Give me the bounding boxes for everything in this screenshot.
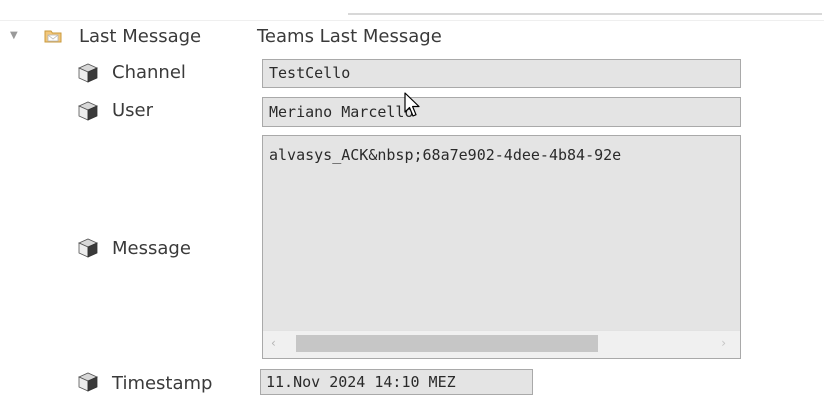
- user-label: User: [112, 100, 154, 121]
- user-field[interactable]: Meriano Marcello: [262, 97, 741, 127]
- node-value: Teams Last Message: [257, 26, 442, 47]
- mouse-pointer-icon: [404, 92, 420, 117]
- cube-icon: [78, 372, 98, 392]
- timestamp-value: 11.Nov 2024 14:10 MEZ: [266, 373, 456, 391]
- user-value: Meriano Marcello: [269, 103, 414, 121]
- timestamp-label: Timestamp: [112, 373, 213, 394]
- top-divider: [348, 13, 822, 15]
- envelope-folder-icon: [44, 30, 62, 43]
- node-label[interactable]: Last Message: [79, 26, 201, 48]
- scroll-left-icon[interactable]: ‹: [271, 336, 276, 350]
- scroll-right-icon[interactable]: ›: [721, 336, 726, 350]
- channel-field[interactable]: TestCello: [262, 59, 741, 88]
- message-value: alvasys_ACK&nbsp;68a7e902-4dee-4b84-92e: [269, 146, 622, 164]
- row-divider: [0, 20, 824, 21]
- cube-icon: [78, 101, 98, 121]
- cube-icon: [78, 63, 98, 83]
- triangle-down-icon[interactable]: ▼: [10, 31, 18, 41]
- cube-icon: [78, 238, 98, 258]
- message-label: Message: [112, 238, 191, 259]
- channel-value: TestCello: [269, 64, 351, 82]
- channel-label: Channel: [112, 62, 186, 83]
- horizontal-scrollbar[interactable]: ‹ ›: [263, 330, 740, 358]
- scrollbar-thumb[interactable]: [296, 335, 598, 352]
- timestamp-field[interactable]: 11.Nov 2024 14:10 MEZ: [260, 369, 533, 395]
- message-textarea[interactable]: alvasys_ACK&nbsp;68a7e902-4dee-4b84-92e …: [262, 135, 741, 359]
